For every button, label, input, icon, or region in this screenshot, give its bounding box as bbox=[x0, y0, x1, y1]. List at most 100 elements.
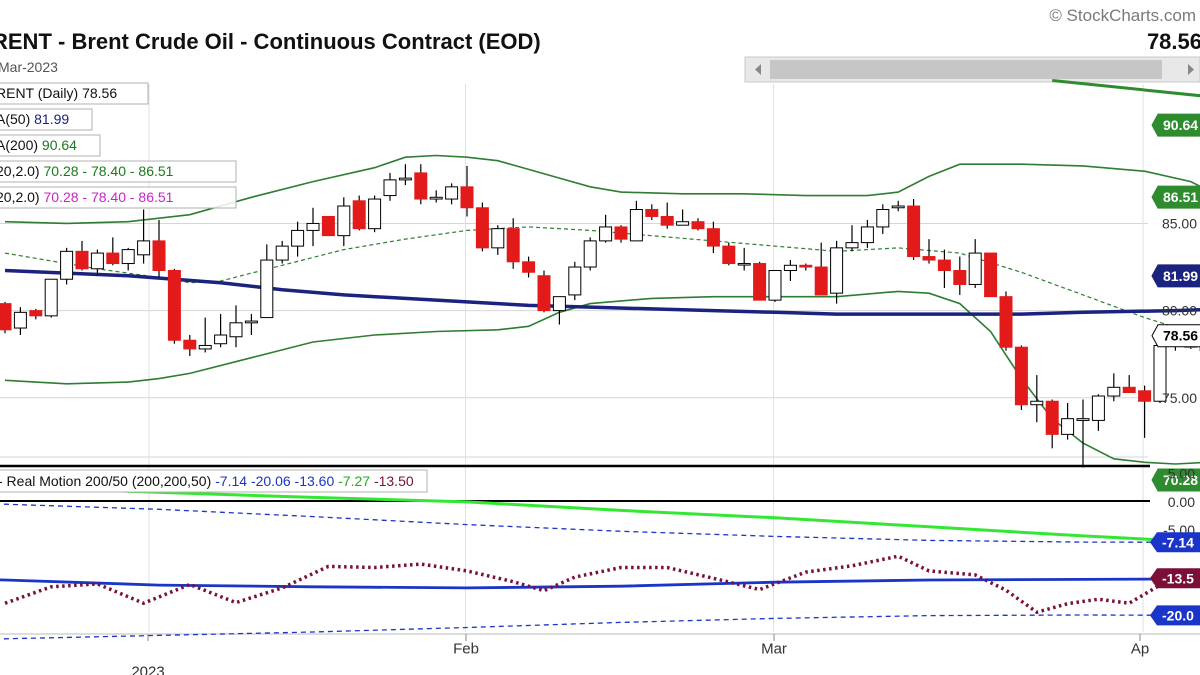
real-motion-lower-band bbox=[0, 614, 1200, 640]
candle-up bbox=[1030, 400, 1044, 406]
price-tag-label: 81.99 bbox=[1163, 268, 1198, 284]
candle-up bbox=[860, 226, 874, 244]
candle-down bbox=[352, 200, 366, 230]
candle-up bbox=[599, 226, 613, 242]
candle-up bbox=[676, 221, 690, 226]
price-tag-label: 78.56 bbox=[1163, 328, 1198, 344]
candle-down bbox=[1122, 386, 1136, 394]
candle-down bbox=[506, 228, 520, 263]
candle-up bbox=[60, 250, 74, 280]
candle-down bbox=[614, 226, 628, 240]
indicator-tag: -13.5 bbox=[1150, 568, 1200, 589]
legend-value: 81.99 bbox=[34, 111, 69, 127]
candle-up bbox=[214, 334, 228, 345]
indicator-tag: -7.14 bbox=[1150, 532, 1200, 553]
real-motion-mid-line bbox=[0, 577, 1200, 590]
legend-entry: 20,2.0) 70.28 - 78.40 - 86.51 bbox=[0, 163, 174, 179]
candle-down bbox=[537, 275, 551, 312]
candle-up bbox=[1091, 395, 1105, 421]
candle-up bbox=[583, 240, 597, 268]
price-tag: 81.99 bbox=[1151, 264, 1200, 288]
candle-up bbox=[121, 249, 135, 265]
candle-up bbox=[552, 296, 566, 312]
candle-down bbox=[691, 221, 705, 230]
candle-down bbox=[706, 228, 720, 247]
candle-down bbox=[152, 240, 166, 272]
legend-value: 78.56 bbox=[82, 85, 117, 101]
candle-down bbox=[799, 264, 813, 268]
candle-down bbox=[167, 270, 181, 341]
indicator-legend: - Real Motion 200/50 (200,200,50) -7.14 … bbox=[0, 469, 428, 493]
price-tag: 90.64 bbox=[1151, 113, 1200, 137]
candle-up bbox=[275, 245, 289, 261]
candle-up bbox=[368, 198, 382, 230]
legend-label: A(50) bbox=[0, 111, 34, 127]
legend-value: 70.28 - 78.40 - 86.51 bbox=[43, 189, 173, 205]
price-axis-label: 85.00 bbox=[1162, 215, 1197, 231]
legend-entry: A(200) 90.64 bbox=[0, 137, 77, 153]
candle-up bbox=[306, 222, 320, 231]
candle-up bbox=[44, 278, 58, 317]
legend-label: 20,2.0) bbox=[0, 189, 43, 205]
candle-up bbox=[244, 320, 258, 324]
price-axis-label: 80.00 bbox=[1162, 303, 1197, 319]
indicator-legend-value: -7.27 bbox=[334, 473, 370, 489]
candle-up bbox=[968, 252, 982, 285]
candle-up bbox=[1061, 418, 1075, 435]
candle-up bbox=[1107, 386, 1121, 397]
legend-label: 20,2.0) bbox=[0, 163, 43, 179]
price-tag-label: 90.64 bbox=[1163, 117, 1198, 133]
legend-entry: 20,2.0) 70.28 - 78.40 - 86.51 bbox=[0, 189, 174, 205]
candle-up bbox=[229, 322, 243, 338]
candle-down bbox=[414, 172, 428, 200]
candle-up bbox=[629, 209, 643, 242]
candle-up bbox=[90, 252, 104, 270]
candle-up bbox=[291, 229, 305, 247]
candle-down bbox=[321, 215, 335, 237]
indicator-legend-value: -7.14 bbox=[211, 473, 247, 489]
legend-entry: A(50) 81.99 bbox=[0, 111, 69, 127]
candle-down bbox=[183, 339, 197, 350]
candle-down bbox=[75, 250, 89, 270]
indicator-axis-label: 5.00 bbox=[1168, 466, 1195, 482]
legend-value: 70.28 - 78.40 - 86.51 bbox=[43, 163, 173, 179]
candle-down bbox=[1014, 346, 1028, 406]
candle-up bbox=[876, 209, 890, 228]
candle-up bbox=[737, 263, 751, 266]
legend-label: A(200) bbox=[0, 137, 42, 153]
candle-up bbox=[491, 228, 505, 249]
candle-up bbox=[260, 259, 274, 319]
candle-down bbox=[460, 186, 474, 209]
legend-value: 90.64 bbox=[42, 137, 77, 153]
candle-up bbox=[383, 179, 397, 197]
candle-down bbox=[999, 296, 1013, 348]
candle-down bbox=[475, 207, 489, 249]
indicator-legend-value: -13.50 bbox=[370, 473, 414, 489]
horizontal-scrollbar[interactable] bbox=[744, 56, 1200, 83]
indicator-tag-label: -7.14 bbox=[1162, 534, 1194, 550]
date-subtitle: Mar-2023 bbox=[0, 59, 58, 75]
candle-up bbox=[568, 266, 582, 296]
candle-up bbox=[137, 240, 151, 256]
price-tag-label: 86.51 bbox=[1163, 189, 1198, 205]
candle-down bbox=[984, 252, 998, 298]
candle-down bbox=[937, 259, 951, 272]
price-tag: 78.56 bbox=[1151, 324, 1200, 348]
chart-root: RENT - Brent Crude Oil - Continuous Cont… bbox=[0, 0, 1200, 675]
candle-down bbox=[907, 205, 921, 258]
candle-up bbox=[1076, 418, 1090, 421]
indicator-legend-label: - Real Motion 200/50 (200,200,50) bbox=[0, 473, 211, 489]
indicator-axis-label: 0.00 bbox=[1168, 494, 1195, 510]
price-tag: 86.51 bbox=[1151, 185, 1200, 209]
scrollbar-thumb[interactable] bbox=[770, 60, 1162, 79]
last-price-header: 78.56 bbox=[1147, 29, 1200, 54]
date-axis: 2023 Feb Mar Ap bbox=[131, 634, 1149, 675]
candle-down bbox=[753, 263, 767, 301]
candle-up bbox=[830, 247, 844, 294]
date-label: Mar bbox=[761, 640, 787, 657]
legend-entry: RENT (Daily) 78.56 bbox=[0, 85, 117, 101]
candle-down bbox=[645, 209, 659, 217]
indicator-legend-value: -13.60 bbox=[291, 473, 335, 489]
candle-up bbox=[783, 264, 797, 272]
candle-up bbox=[445, 186, 459, 200]
